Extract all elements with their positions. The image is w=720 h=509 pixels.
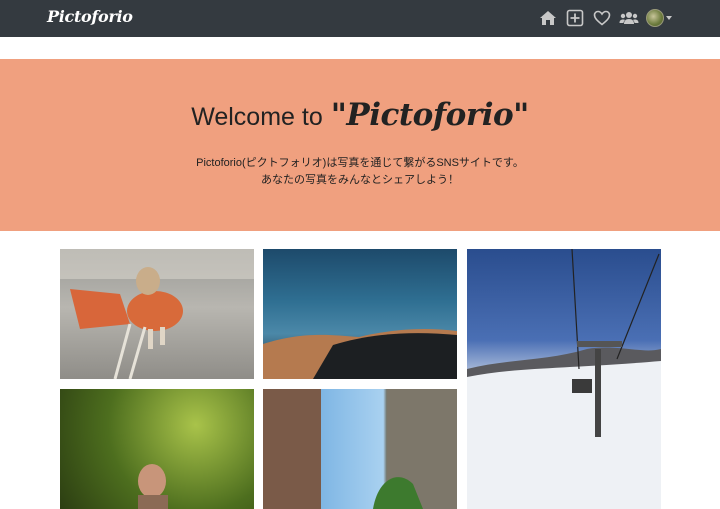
hero-subtitle: Pictoforio(ピクトフォリオ)は写真を通じて繋がるSNSサイトです。 あ… [0, 155, 720, 189]
caret-down-icon [666, 16, 672, 20]
hero-subtitle-line-2: あなたの写真をみんなとシェアしよう！ [261, 174, 459, 186]
hero-title: Welcome to "Pictoforio" [0, 97, 720, 133]
narrow-street-photo[interactable] [263, 389, 457, 509]
photo-grid [60, 249, 661, 509]
heart-icon[interactable] [592, 8, 612, 28]
add-square-icon[interactable] [565, 8, 585, 28]
home-icon[interactable] [538, 8, 558, 28]
hero-logo-text: "Pictoforio" [330, 97, 530, 133]
beagle-dog-photo[interactable] [60, 249, 254, 379]
desert-dune-photo[interactable] [263, 249, 457, 379]
users-icon[interactable] [619, 8, 639, 28]
user-menu-toggle[interactable] [646, 9, 672, 27]
navbar: Pictoforio [0, 0, 720, 37]
avatar [646, 9, 664, 27]
brand-logo[interactable]: Pictoforio [47, 7, 133, 26]
hero-subtitle-line-1: Pictoforio(ピクトフォリオ)は写真を通じて繋がるSNSサイトです。 [196, 157, 524, 169]
hero-banner: Welcome to "Pictoforio" Pictoforio(ピクトフォ… [0, 59, 720, 231]
ski-lift-snow-photo[interactable] [467, 249, 661, 509]
nav-icons [538, 8, 672, 28]
man-in-forest-photo[interactable] [60, 389, 254, 509]
hero-welcome-text: Welcome to [191, 103, 323, 131]
